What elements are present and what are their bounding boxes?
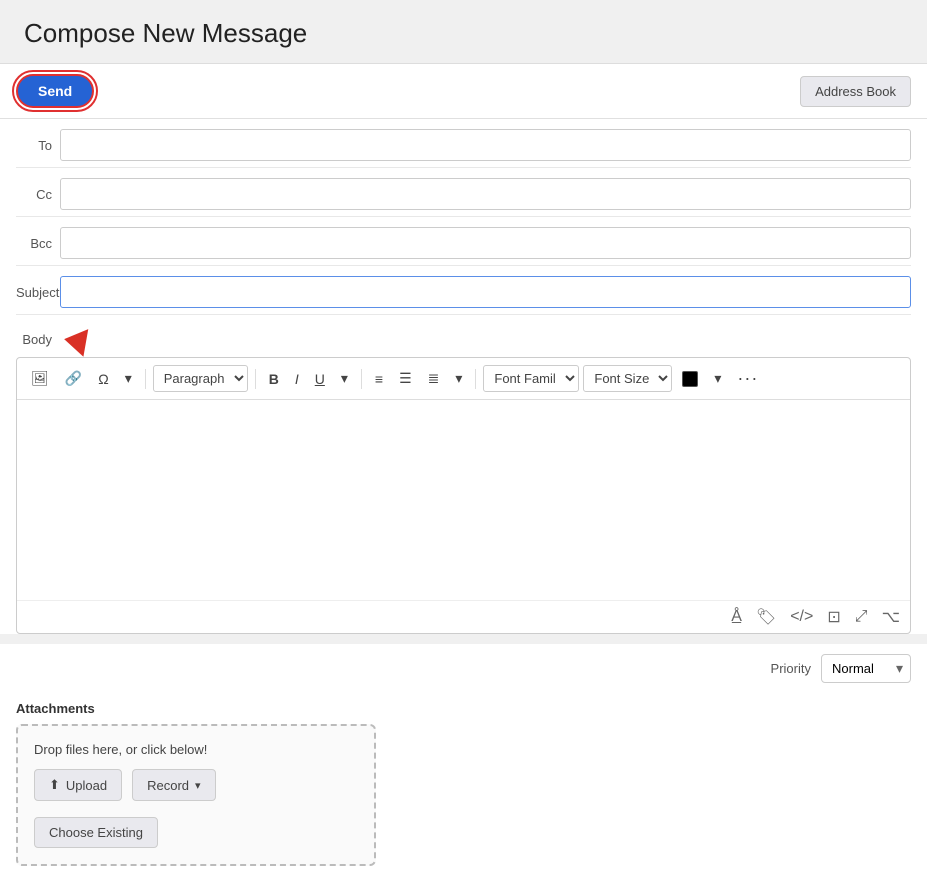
drop-text: Drop files here, or click below! <box>34 742 358 757</box>
cc-field-row: Cc <box>16 168 911 217</box>
priority-label: Priority <box>771 661 811 676</box>
record-caret-icon: ▾ <box>195 779 201 792</box>
bcc-field-row: Bcc <box>16 217 911 266</box>
page-title: Compose New Message <box>24 18 903 49</box>
italic-icon: I <box>295 371 299 387</box>
color-chevron-icon: ▾ <box>714 370 721 387</box>
insert-link-button[interactable]: 🔗 <box>59 366 88 391</box>
priority-row: Priority Normal High Low <box>0 644 927 691</box>
bold-icon: B <box>269 371 279 387</box>
to-label: To <box>16 138 60 153</box>
subject-input[interactable] <box>60 276 911 308</box>
list-dropdown-button[interactable]: ▾ <box>449 366 468 391</box>
list-button[interactable]: ≣ <box>422 366 446 391</box>
subject-label: Subject <box>16 285 60 300</box>
align-center-icon: ☰ <box>399 370 412 387</box>
chevron-down-icon: ▾ <box>125 370 132 387</box>
format-dropdown-button[interactable]: ▾ <box>335 366 354 391</box>
align-left-icon: ≡ <box>375 371 383 387</box>
insert-dropdown-button[interactable]: ▾ <box>119 366 138 391</box>
cc-label: Cc <box>16 187 60 202</box>
choose-existing-button[interactable]: Choose Existing <box>34 817 158 848</box>
editor-footer: Å̲ 🏷 </> ⊡ ⤢ ⌥ <box>17 600 910 633</box>
form-area: To Cc Bcc Subject Body 🖼 🔗 <box>0 119 927 634</box>
editor-container: 🖼 🔗 Ω ▾ Paragraph B <box>16 357 911 634</box>
subject-field-row: Subject <box>16 266 911 315</box>
paragraph-format-select[interactable]: Paragraph <box>153 365 248 392</box>
link-icon: 🔗 <box>65 370 82 387</box>
record-button[interactable]: Record ▾ <box>132 769 215 801</box>
bcc-input[interactable] <box>60 227 911 259</box>
to-field-row: To <box>16 119 911 168</box>
italic-button[interactable]: I <box>289 367 305 391</box>
attachment-buttons: ⬆ Upload Record ▾ <box>34 769 358 801</box>
list-chevron-icon: ▾ <box>455 370 462 387</box>
editor-body[interactable] <box>17 400 910 600</box>
body-label-row: Body <box>16 315 911 357</box>
spellcheck-icon[interactable]: Å̲ <box>731 608 742 626</box>
body-arrow-indicator <box>62 325 89 356</box>
priority-select[interactable]: Normal High Low <box>821 654 911 683</box>
align-center-button[interactable]: ☰ <box>393 366 418 391</box>
toolbar-divider-3 <box>361 369 362 389</box>
drop-zone: Drop files here, or click below! ⬆ Uploa… <box>16 724 376 866</box>
attachments-section: Attachments Drop files here, or click be… <box>0 691 927 886</box>
clear-format-icon[interactable]: ⌥ <box>882 607 900 627</box>
tag-icon[interactable]: 🏷 <box>756 607 776 627</box>
address-book-button[interactable]: Address Book <box>800 76 911 107</box>
align-left-button[interactable]: ≡ <box>369 367 389 391</box>
editor-toolbar: 🖼 🔗 Ω ▾ Paragraph B <box>17 358 910 400</box>
send-button[interactable]: Send <box>16 74 94 108</box>
toolbar-divider-4 <box>475 369 476 389</box>
more-options-button[interactable]: ··· <box>731 364 764 393</box>
toolbar-row: Send Address Book <box>0 64 927 119</box>
fullscreen-icon[interactable]: ⤢ <box>855 608 868 626</box>
code-icon[interactable]: </> <box>790 608 813 626</box>
page-header: Compose New Message <box>0 0 927 64</box>
find-replace-icon[interactable]: ⊡ <box>827 607 840 627</box>
underline-button[interactable]: U <box>309 367 331 391</box>
toolbar-divider-1 <box>145 369 146 389</box>
cc-input[interactable] <box>60 178 911 210</box>
color-swatch <box>682 371 698 387</box>
format-chevron-icon: ▾ <box>341 370 348 387</box>
font-size-select[interactable]: Font Size <box>583 365 672 392</box>
priority-wrapper: Normal High Low <box>821 654 911 683</box>
upload-label: Upload <box>66 778 107 793</box>
text-color-button[interactable] <box>676 367 704 391</box>
bcc-label: Bcc <box>16 236 60 251</box>
insert-image-button[interactable]: 🖼 <box>25 366 55 391</box>
bold-button[interactable]: B <box>263 367 285 391</box>
font-family-select[interactable]: Font Famil <box>483 365 579 392</box>
omega-icon: Ω <box>98 371 108 387</box>
record-label: Record <box>147 778 189 793</box>
choose-existing-row: Choose Existing <box>34 809 358 848</box>
upload-icon: ⬆ <box>49 777 60 793</box>
underline-icon: U <box>315 371 325 387</box>
upload-button[interactable]: ⬆ Upload <box>34 769 122 801</box>
body-label: Body <box>16 332 60 347</box>
special-char-button[interactable]: Ω <box>92 367 114 391</box>
image-icon: 🖼 <box>31 370 49 387</box>
color-dropdown-button[interactable]: ▾ <box>708 366 727 391</box>
list-icon: ≣ <box>428 370 440 387</box>
toolbar-divider-2 <box>255 369 256 389</box>
to-input[interactable] <box>60 129 911 161</box>
attachments-label: Attachments <box>16 701 911 716</box>
